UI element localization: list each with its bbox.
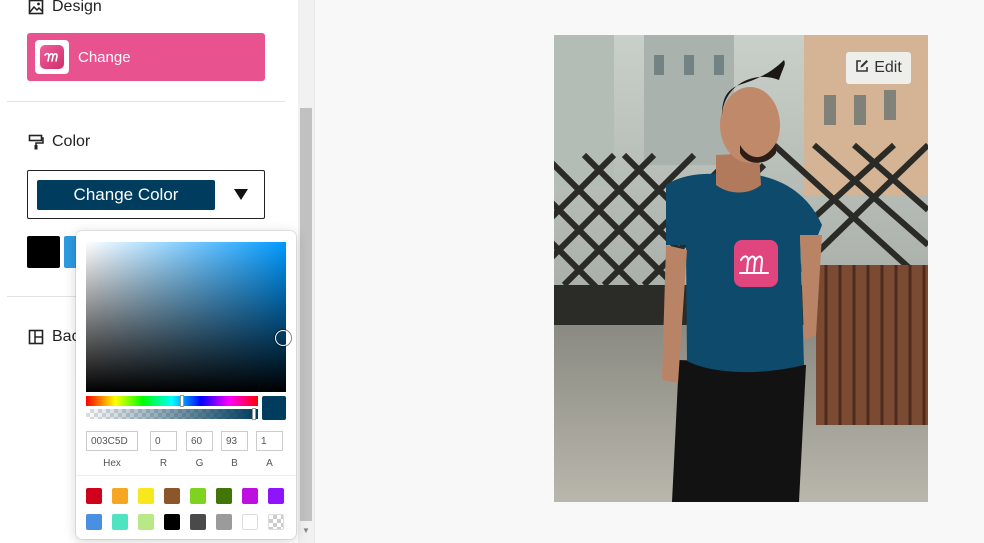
- preset-swatch[interactable]: [86, 488, 102, 504]
- scrollbar-thumb[interactable]: [300, 108, 312, 521]
- green-input[interactable]: [186, 431, 213, 451]
- preset-swatch[interactable]: [268, 514, 284, 530]
- color-title: Color: [52, 133, 91, 150]
- caret-down-icon: [234, 189, 248, 200]
- preset-swatch[interactable]: [216, 514, 232, 530]
- hex-label: Hex: [103, 458, 121, 469]
- saturation-cursor[interactable]: [275, 330, 291, 346]
- color-swatch-black[interactable]: [27, 236, 60, 268]
- background-section-title: Bac: [28, 328, 80, 346]
- edit-icon: [855, 59, 869, 78]
- hue-slider-handle[interactable]: [180, 395, 184, 407]
- preset-swatch[interactable]: [112, 514, 128, 530]
- layout-icon: [28, 329, 44, 345]
- change-label: Change: [78, 48, 131, 66]
- edit-label: Edit: [874, 59, 902, 76]
- edit-button[interactable]: Edit: [846, 52, 911, 84]
- change-color-button: Change Color: [37, 180, 215, 210]
- design-section-title: Design: [28, 0, 102, 16]
- design-thumbnail: [35, 40, 69, 74]
- divider: [7, 101, 285, 102]
- alpha-input[interactable]: [256, 431, 283, 451]
- color-picker-popover: Hex R G B A: [76, 231, 296, 539]
- paint-roller-icon: [28, 134, 44, 150]
- shirt-logo: [734, 240, 778, 287]
- change-design-button[interactable]: Change: [27, 33, 265, 81]
- preset-swatch[interactable]: [138, 488, 154, 504]
- hue-slider[interactable]: [86, 396, 258, 406]
- preset-swatch[interactable]: [242, 514, 258, 530]
- blue-label: B: [231, 458, 238, 469]
- preset-swatch[interactable]: [86, 514, 102, 530]
- red-input[interactable]: [150, 431, 177, 451]
- design-title: Design: [52, 0, 102, 15]
- brand-logo-icon: [40, 45, 64, 69]
- alpha-label: A: [266, 458, 273, 469]
- preset-swatch[interactable]: [242, 488, 258, 504]
- preset-swatch[interactable]: [268, 488, 284, 504]
- preset-swatch[interactable]: [216, 488, 232, 504]
- saturation-area[interactable]: [86, 242, 286, 392]
- hex-input[interactable]: [86, 431, 138, 451]
- preset-swatch[interactable]: [190, 514, 206, 530]
- color-section-title: Color: [28, 133, 90, 151]
- alpha-slider[interactable]: [86, 409, 258, 419]
- change-color-dropdown[interactable]: Change Color: [27, 170, 265, 219]
- divider: [76, 475, 296, 476]
- green-label: G: [195, 458, 204, 469]
- current-color-preview: [262, 396, 286, 420]
- preset-swatch[interactable]: [138, 514, 154, 530]
- image-icon: [28, 0, 44, 15]
- alpha-slider-handle[interactable]: [252, 408, 256, 420]
- blue-input[interactable]: [221, 431, 248, 451]
- preset-swatch[interactable]: [164, 514, 180, 530]
- preset-swatch[interactable]: [164, 488, 180, 504]
- red-label: R: [159, 458, 168, 469]
- preset-swatch[interactable]: [112, 488, 128, 504]
- preset-swatch[interactable]: [190, 488, 206, 504]
- scroll-down-arrow-icon[interactable]: ▼: [300, 526, 312, 536]
- tshirt-mockup-photo: [554, 35, 928, 502]
